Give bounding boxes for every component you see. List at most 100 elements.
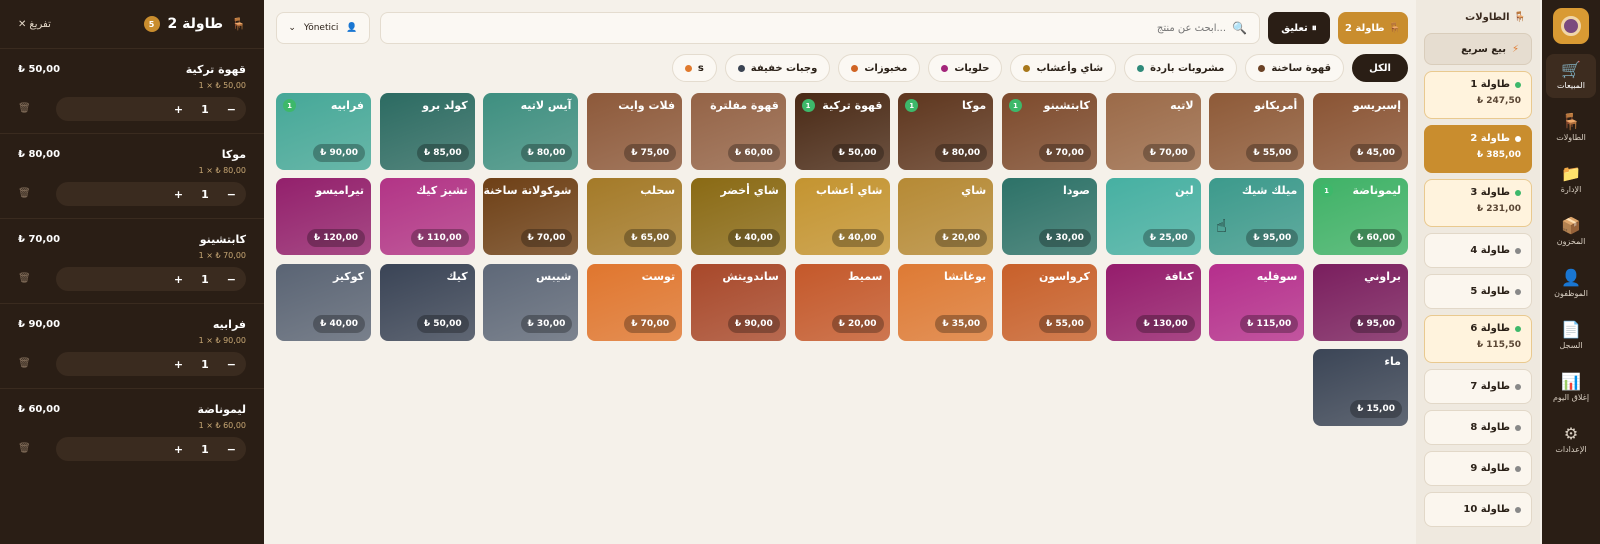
- nav-item-2[interactable]: 📁 الإدارة: [1546, 158, 1596, 202]
- nav-item-4[interactable]: 👤 الموظفون: [1546, 262, 1596, 306]
- minus-button[interactable]: −: [227, 358, 236, 371]
- product-price: ₺ 30,00: [520, 314, 573, 333]
- hold-button[interactable]: تعليق ⏸: [1268, 12, 1330, 44]
- product-card[interactable]: تشيز كيك ₺ 110,00: [379, 178, 475, 256]
- category-chip-0[interactable]: الكل: [1352, 54, 1408, 82]
- product-card[interactable]: كوكيز ₺ 40,00: [276, 263, 371, 341]
- table-card-10[interactable]: طاولة 10: [1424, 492, 1532, 527]
- product-price: ₺ 30,00: [1039, 229, 1091, 248]
- product-card[interactable]: كرواسون ₺ 55,00: [1001, 263, 1097, 341]
- plus-button[interactable]: +: [174, 103, 183, 116]
- product-card[interactable]: تيراميسو ₺ 120,00: [276, 178, 371, 256]
- product-card[interactable]: قهوة مفلترة ₺ 60,00: [690, 93, 786, 170]
- trash-icon[interactable]: 🗑: [18, 188, 31, 199]
- quick-sale-button[interactable]: بيع سريع ⚡: [1424, 33, 1532, 65]
- category-chip-2[interactable]: مشروبات باردة: [1124, 54, 1238, 82]
- nav-item-label: السجل: [1559, 341, 1583, 350]
- product-card[interactable]: كنافة ₺ 130,00: [1105, 263, 1201, 341]
- product-card[interactable]: سحلب ₺ 65,00: [587, 178, 683, 256]
- category-chip-7[interactable]: s: [671, 54, 717, 82]
- category-chip-1[interactable]: قهوة ساخنة: [1245, 54, 1345, 82]
- nav-item-1[interactable]: 🪑 الطاولات: [1546, 106, 1596, 150]
- clear-cart-button[interactable]: ✕ تفريغ: [18, 19, 51, 30]
- cart-lines: قهوة تركية ₺ 50,00 1 × ₺ 50,00 🗑 +1 − موكا ₺ 80…: [0, 48, 264, 473]
- plus-button[interactable]: +: [174, 273, 183, 286]
- product-card[interactable]: سميط ₺ 20,00: [794, 263, 890, 341]
- product-price: ₺ 115,00: [1240, 314, 1299, 333]
- category-chip-3[interactable]: شاي وأعشاب: [1010, 54, 1117, 82]
- category-chip-5[interactable]: مخبوزات: [838, 54, 921, 82]
- category-chip-6[interactable]: وجبات خفيفة: [724, 54, 831, 82]
- table-card-8[interactable]: طاولة 8: [1424, 410, 1532, 445]
- category-chip-4[interactable]: حلويات: [928, 54, 1003, 82]
- current-table-button[interactable]: طاولة 2 🪑: [1338, 12, 1408, 44]
- table-card-9[interactable]: طاولة 9: [1424, 451, 1532, 486]
- nav-item-0[interactable]: 🛒 المبيعات: [1546, 54, 1596, 98]
- product-card[interactable]: فرابيه ₺ 90,00 1: [276, 93, 371, 170]
- product-card[interactable]: فلات وايت ₺ 75,00: [587, 93, 683, 170]
- product-card[interactable]: توست ₺ 70,00: [587, 263, 683, 341]
- product-card[interactable]: أمريكانو ₺ 55,00: [1209, 93, 1305, 170]
- table-card-5[interactable]: طاولة 5: [1424, 274, 1532, 309]
- cart-line-name: قهوة تركية: [185, 63, 246, 76]
- user-menu[interactable]: ⌄ Yönetici 👤: [276, 12, 370, 44]
- product-card[interactable]: كولد برو ₺ 85,00: [379, 93, 475, 170]
- table-card-4[interactable]: طاولة 4: [1424, 233, 1532, 268]
- product-card[interactable]: كيك ₺ 50,00: [379, 263, 475, 341]
- product-card[interactable]: كابتشينو ₺ 70,00 1: [1001, 93, 1097, 170]
- product-name: سحلب: [640, 184, 676, 198]
- product-card[interactable]: ماء ₺ 15,00: [1313, 348, 1408, 426]
- product-card[interactable]: قهوة تركية ₺ 50,00 1: [794, 93, 890, 170]
- product-price: ₺ 25,00: [1142, 229, 1195, 248]
- product-card[interactable]: شاي ₺ 20,00: [898, 178, 994, 256]
- product-card[interactable]: سوفليه ₺ 115,00: [1209, 263, 1305, 341]
- product-card[interactable]: صودا ₺ 30,00: [1001, 178, 1097, 256]
- product-name: قهوة تركية: [822, 99, 883, 112]
- current-table-label: طاولة 2: [1344, 22, 1385, 34]
- table-card-1[interactable]: طاولة 1 ₺ 247,50: [1424, 71, 1532, 119]
- table-card-7[interactable]: طاولة 7: [1424, 369, 1532, 404]
- trash-icon[interactable]: 🗑: [18, 358, 31, 369]
- table-card-6[interactable]: طاولة 6 ₺ 115,50: [1424, 315, 1532, 363]
- product-card[interactable]: بوغاتشا ₺ 35,00: [898, 263, 994, 341]
- minus-button[interactable]: −: [227, 188, 236, 201]
- product-price: ₺ 40,00: [313, 314, 365, 333]
- trash-icon[interactable]: 🗑: [18, 103, 31, 114]
- product-price: ₺ 35,00: [935, 314, 988, 333]
- product-price: ₺ 60,00: [727, 144, 780, 162]
- nav-item-3[interactable]: 📦 المخزون: [1546, 210, 1596, 254]
- product-card[interactable]: براوني ₺ 95,00: [1313, 263, 1408, 341]
- minus-button[interactable]: −: [227, 443, 236, 456]
- product-card[interactable]: لاتيه ₺ 70,00: [1105, 93, 1201, 170]
- table-card-2[interactable]: طاولة 2 ₺ 385,00: [1424, 125, 1532, 173]
- trash-icon[interactable]: 🗑: [18, 443, 31, 454]
- product-card[interactable]: آيس لاتيه ₺ 80,00: [483, 93, 579, 170]
- product-card[interactable]: ساندويتش ₺ 90,00: [690, 263, 786, 341]
- minus-button[interactable]: −: [227, 103, 236, 116]
- product-card[interactable]: موكا ₺ 80,00 1: [898, 93, 994, 170]
- plus-button[interactable]: +: [174, 188, 183, 201]
- product-card[interactable]: ليموناضة ₺ 60,00 1: [1313, 178, 1408, 256]
- table-name-row: طاولة 5: [1470, 286, 1521, 297]
- product-card[interactable]: إسبريسو ₺ 45,00: [1313, 93, 1408, 170]
- pause-icon: ⏸: [1311, 22, 1317, 34]
- minus-button[interactable]: −: [227, 273, 236, 286]
- plus-button[interactable]: +: [174, 358, 183, 371]
- hold-label: تعليق: [1281, 22, 1308, 34]
- search-input[interactable]: [926, 22, 1227, 34]
- product-name: شاي أعشاب: [815, 184, 883, 198]
- category-dot-icon: [684, 64, 692, 72]
- product-card[interactable]: شوكولاتة ساخنة ₺ 70,00: [483, 178, 579, 256]
- product-card[interactable]: شاي أعشاب ₺ 40,00: [794, 178, 890, 256]
- product-card[interactable]: شيبس ₺ 30,00: [483, 263, 579, 341]
- plus-button[interactable]: +: [174, 443, 183, 456]
- product-card[interactable]: لبن ₺ 25,00: [1105, 178, 1201, 256]
- product-name: تيراميسو: [315, 184, 364, 198]
- nav-item-6[interactable]: 📊 إغلاق اليوم: [1546, 366, 1596, 410]
- table-card-3[interactable]: طاولة 3 ₺ 231,00: [1424, 179, 1532, 227]
- product-card[interactable]: شاي أخضر ₺ 40,00: [690, 178, 786, 256]
- chair-icon: 🪑: [231, 17, 246, 31]
- nav-item-7[interactable]: ⚙ الإعدادات: [1546, 418, 1596, 462]
- trash-icon[interactable]: 🗑: [18, 273, 31, 284]
- nav-item-5[interactable]: 📄 السجل: [1546, 314, 1596, 358]
